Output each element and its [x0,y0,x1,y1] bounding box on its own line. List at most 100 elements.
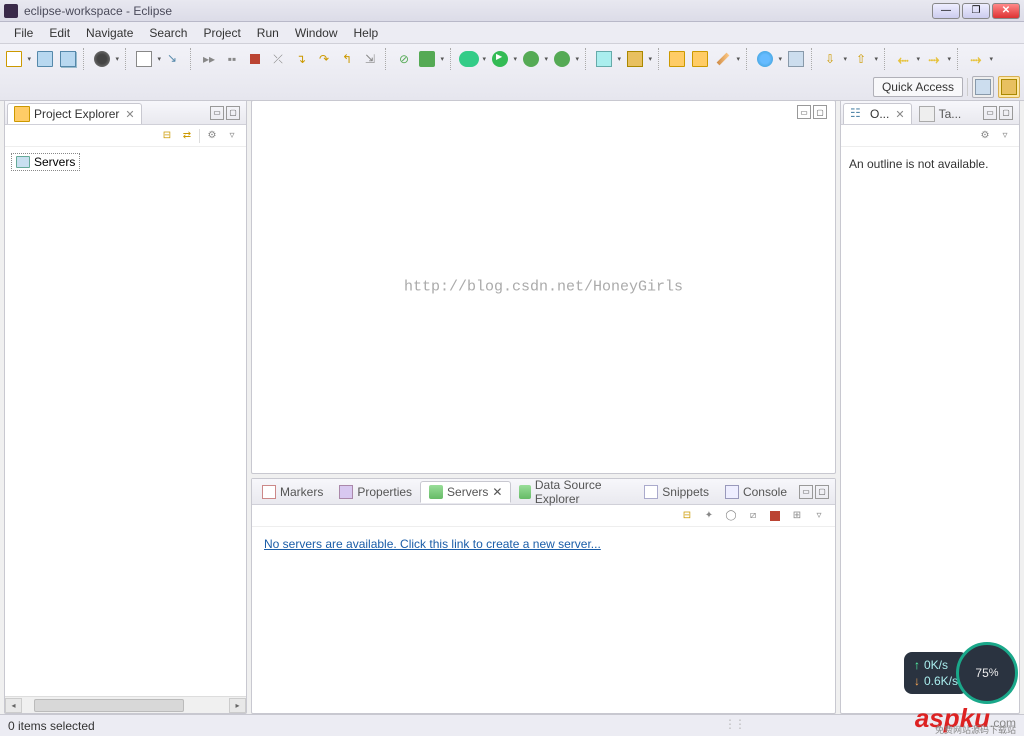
close-icon[interactable]: ✕ [895,108,904,121]
tab-data-source-explorer[interactable]: Data Source Explorer [511,475,636,509]
close-icon[interactable]: ✕ [125,108,134,121]
javaee-perspective-button[interactable] [998,76,1020,98]
server-clean-button[interactable]: ⊞ [789,508,805,524]
server-publish-button[interactable] [767,508,783,524]
collapse-all-button[interactable]: ⊟ [159,128,175,144]
snippets-icon [644,485,658,499]
view-menu-button[interactable]: ▿ [224,128,240,144]
forward-button[interactable]: ⤑ [924,49,944,69]
maximize-view-button[interactable]: ▢ [815,485,829,499]
server-start-button[interactable]: ✦ [701,508,717,524]
server-profile-button[interactable]: ◯ [723,508,739,524]
tab-outline[interactable]: ☷ O... ✕ [843,103,912,124]
debug-button[interactable] [459,49,479,69]
step-into-button[interactable]: ↴ [291,49,311,69]
menu-project[interactable]: Project [195,24,248,42]
outline-view: ☷ O... ✕ Ta... ▭ ▢ ⚙ ▿ An outline is not… [840,100,1020,714]
step-over-button[interactable]: ↷ [314,49,334,69]
scroll-right-button[interactable]: ▸ [229,698,246,713]
tree-item-label: Servers [34,155,75,169]
menu-edit[interactable]: Edit [41,24,78,42]
scroll-left-button[interactable]: ◂ [5,698,22,713]
server-debug-button[interactable]: ⊟ [679,508,695,524]
project-explorer-tab[interactable]: Project Explorer ✕ [7,103,142,124]
maximize-button[interactable]: ❐ [962,3,990,19]
resume-button[interactable]: ▸▸ [199,49,219,69]
resize-grip[interactable]: ⋮⋮ [724,717,744,731]
menu-file[interactable]: File [6,24,41,42]
minimize-button[interactable]: — [932,3,960,19]
maximize-editor-button[interactable]: ▢ [813,105,827,119]
run-last-button[interactable] [552,49,572,69]
build-button[interactable] [134,49,154,69]
open-perspective-button[interactable] [972,76,994,98]
horizontal-scrollbar[interactable]: ◂ ▸ [5,696,246,713]
view-menu-button[interactable]: ▿ [811,508,827,524]
next-edit-button[interactable]: ⤑ [966,49,986,69]
menu-window[interactable]: Window [287,24,346,42]
maximize-view-button[interactable]: ▢ [226,106,240,120]
watermark-brand: aspku.com 免费网站源码下载站 [915,703,1016,734]
toolbar-separator [957,48,961,70]
tab-servers[interactable]: Servers✕ [420,481,511,503]
drop-frame-button[interactable]: ⇲ [360,49,380,69]
save-all-button[interactable] [58,49,78,69]
close-button[interactable]: ✕ [992,3,1020,19]
focus-button[interactable]: ⚙ [977,128,993,144]
stop-button[interactable] [245,49,265,69]
web-browser-button[interactable] [755,49,775,69]
tab-console[interactable]: Console [717,482,795,502]
project-explorer-view: Project Explorer ✕ ▭ ▢ ⊟ ⇄ ⚙ ▿ Servers ◂ [4,100,247,714]
menu-help[interactable]: Help [346,24,387,42]
minimize-editor-button[interactable]: ▭ [797,105,811,119]
minimize-view-button[interactable]: ▭ [799,485,813,499]
link-with-editor-button[interactable]: ⇄ [179,128,195,144]
new-button[interactable] [4,49,24,69]
back-button[interactable]: ⬸ [893,49,913,69]
link-editor-button[interactable]: ↘ [165,49,185,69]
restart-server-button[interactable] [417,49,437,69]
close-icon[interactable]: ✕ [492,485,502,499]
quick-access-button[interactable]: Quick Access [873,77,963,97]
switch-editor-button[interactable] [92,49,112,69]
tab-markers[interactable]: Markers [254,482,331,502]
skip-breakpoints-button[interactable]: ⊘ [394,49,414,69]
toolbar-separator [190,48,194,70]
open-type-button[interactable] [667,49,687,69]
tab-task-list[interactable]: Ta... [912,103,969,124]
tab-properties[interactable]: Properties [331,482,420,502]
save-button[interactable] [35,49,55,69]
disconnect-button[interactable]: ⤫ [268,49,288,69]
menu-run[interactable]: Run [249,24,287,42]
run-button[interactable] [490,49,510,69]
dse-icon [519,485,530,499]
menu-search[interactable]: Search [141,24,195,42]
toggle-breadcrumb-button[interactable] [786,49,806,69]
new-web-button[interactable] [625,49,645,69]
tree-item-servers[interactable]: Servers [11,153,80,171]
coverage-button[interactable] [521,49,541,69]
work-area: Project Explorer ✕ ▭ ▢ ⊟ ⇄ ⚙ ▿ Servers ◂ [0,100,1024,714]
step-return-button[interactable]: ↰ [337,49,357,69]
open-task-button[interactable] [690,49,710,69]
next-annotation-button[interactable]: ⇩ [820,49,840,69]
focus-button[interactable]: ⚙ [204,128,220,144]
editor-area[interactable]: ▭ ▢ http://blog.csdn.net/HoneyGirls [251,100,836,474]
outline-empty-message: An outline is not available. [841,147,1019,181]
scroll-thumb[interactable] [34,699,184,712]
project-explorer-icon [14,106,30,122]
create-server-link[interactable]: No servers are available. Click this lin… [264,537,601,551]
new-server-button[interactable] [594,49,614,69]
usage-value: 75 [975,666,988,680]
minimize-view-button[interactable]: ▭ [210,106,224,120]
search-button[interactable] [713,49,733,69]
tab-snippets[interactable]: Snippets [636,482,717,502]
server-stop-button[interactable]: ⧄ [745,508,761,524]
pause-button[interactable]: ▪▪ [222,49,242,69]
maximize-view-button[interactable]: ▢ [999,106,1013,120]
minimize-view-button[interactable]: ▭ [983,106,997,120]
prev-annotation-button[interactable]: ⇧ [851,49,871,69]
project-tree[interactable]: Servers [5,147,246,696]
menu-navigate[interactable]: Navigate [78,24,141,42]
view-menu-button[interactable]: ▿ [997,128,1013,144]
